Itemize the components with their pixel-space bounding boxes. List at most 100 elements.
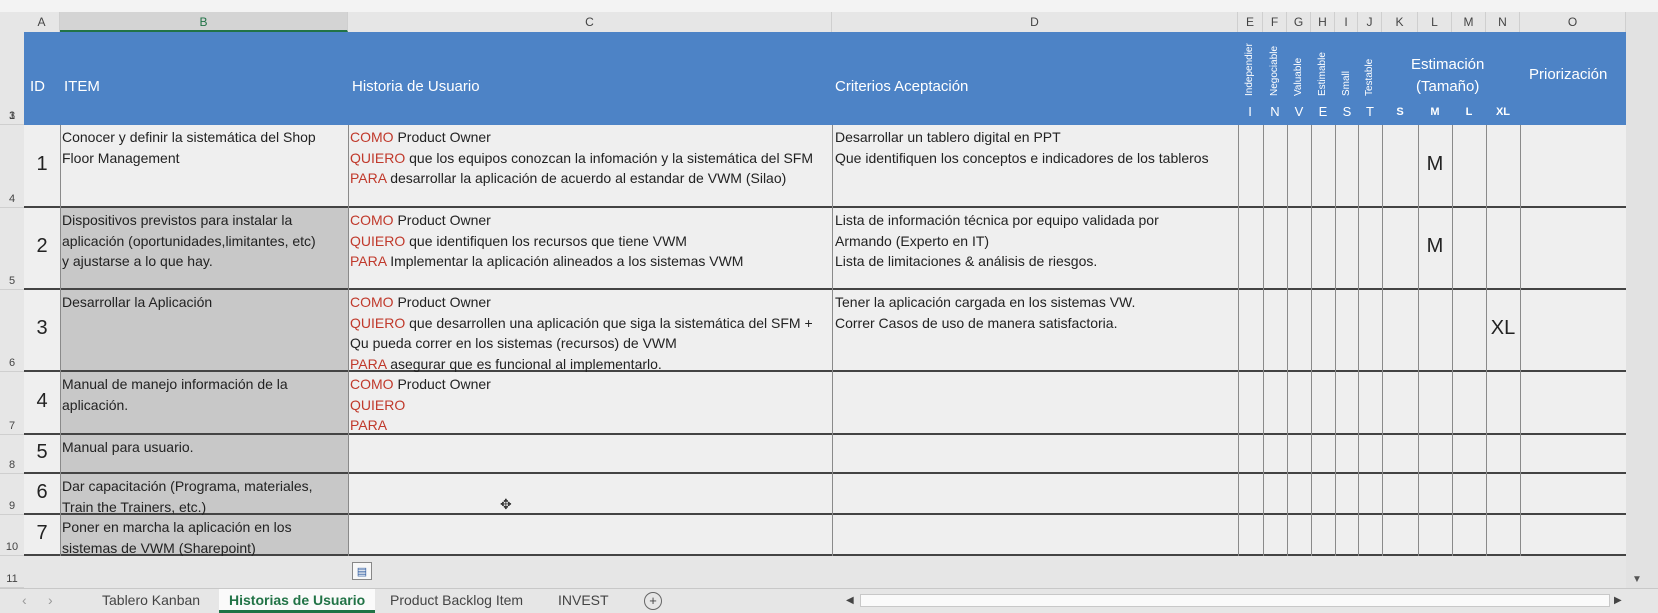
column-header-h[interactable]: H xyxy=(1311,12,1335,32)
header-size-l: L xyxy=(1465,106,1473,118)
row-number-3[interactable]: 3 xyxy=(0,93,24,125)
column-header-b[interactable]: B xyxy=(60,12,348,32)
row-id[interactable]: 7 xyxy=(24,522,60,545)
size-estimate[interactable]: M xyxy=(1418,153,1452,176)
row-number-11[interactable]: 11 xyxy=(0,556,24,588)
row-number-9[interactable]: 9 xyxy=(0,474,24,515)
historia-line[interactable]: COMO Product Owner xyxy=(350,210,491,231)
criterio-text[interactable]: Lista de información técnica por equipo … xyxy=(835,210,1159,231)
cursor-icon: ✥ xyxy=(500,496,512,512)
historia-keyword: COMO xyxy=(350,212,394,228)
historia-keyword: QUIERO xyxy=(350,314,406,331)
scroll-down-icon[interactable]: ▼ xyxy=(1632,574,1642,585)
historia-line[interactable]: Qu pueda correr en los sistemas (recurso… xyxy=(350,333,677,354)
criterio-text[interactable]: Desarrollar un tablero digital en PPT xyxy=(835,127,1061,148)
historia-line[interactable]: COMO Product Owner xyxy=(350,374,491,395)
item-text[interactable]: Floor Management xyxy=(62,148,180,169)
vertical-scrollbar[interactable] xyxy=(1626,12,1658,588)
row-number-4[interactable]: 4 xyxy=(0,125,24,208)
historia-keyword: PARA xyxy=(350,355,387,372)
item-text[interactable]: Poner en marcha la aplicación en los xyxy=(62,517,292,538)
item-text[interactable]: Conocer y definir la sistemática del Sho… xyxy=(62,127,316,148)
row-id[interactable]: 2 xyxy=(24,235,60,258)
column-header-m[interactable]: M xyxy=(1452,12,1486,32)
tab-nav-next-icon[interactable]: › xyxy=(48,592,53,608)
historia-keyword: PARA xyxy=(350,253,387,269)
item-text[interactable]: Dar capacitación (Programa, materiales, xyxy=(62,476,313,497)
row-id[interactable]: 4 xyxy=(24,390,60,413)
item-text[interactable]: Dispositivos previstos para instalar la xyxy=(62,210,292,231)
column-header-o[interactable]: O xyxy=(1520,12,1626,32)
criterio-text[interactable]: Que identifiquen los conceptos e indicad… xyxy=(835,148,1209,169)
historia-line[interactable]: COMO Product Owner xyxy=(350,292,491,313)
column-header-j[interactable]: J xyxy=(1358,12,1382,32)
tab-nav-prev-icon[interactable]: ‹ xyxy=(22,592,27,608)
historia-text: Qu pueda correr en los sistemas (recurso… xyxy=(350,335,677,351)
row-id[interactable]: 6 xyxy=(24,481,60,504)
item-text[interactable]: aplicación (oportunidades,limitantes, et… xyxy=(62,231,316,252)
row-number-8[interactable]: 8 xyxy=(0,435,24,474)
header-invest-letter: T xyxy=(1366,104,1374,119)
column-header-c[interactable]: C xyxy=(348,12,832,32)
criterio-text[interactable]: Tener la aplicación cargada en los siste… xyxy=(835,292,1135,313)
column-header-i[interactable]: I xyxy=(1335,12,1358,32)
criterio-text[interactable]: Lista de limitaciones & análisis de ries… xyxy=(835,251,1097,272)
historia-line[interactable]: QUIERO que desarrollen una aplicación qu… xyxy=(350,313,813,334)
item-text[interactable]: Manual de manejo información de la xyxy=(62,374,288,395)
horizontal-scroll-left-icon[interactable]: ◀ xyxy=(846,595,854,606)
horizontal-scroll-right-icon[interactable]: ▶ xyxy=(1614,595,1622,606)
historia-line[interactable]: COMO Product Owner xyxy=(350,127,491,148)
historia-text: Product Owner xyxy=(393,212,491,228)
historia-line[interactable]: QUIERO que los equipos conozcan la infom… xyxy=(350,148,813,169)
historia-line[interactable]: PARA asegurar que es funcional al implem… xyxy=(350,354,662,375)
item-text[interactable]: aplicación. xyxy=(62,395,128,416)
row-id[interactable]: 3 xyxy=(24,317,60,340)
row-number-10[interactable]: 10 xyxy=(0,515,24,556)
top-bar xyxy=(0,0,1658,12)
historia-text: que identifiquen los recursos que tiene … xyxy=(405,232,687,249)
item-text[interactable]: sistemas de VWM (Sharepoint) xyxy=(62,538,256,559)
column-header-f[interactable]: F xyxy=(1263,12,1287,32)
add-sheet-icon[interactable]: + xyxy=(644,592,662,610)
header-historia: Historia de Usuario xyxy=(352,78,480,95)
column-header-g[interactable]: G xyxy=(1287,12,1311,32)
tab-invest[interactable]: INVEST xyxy=(558,592,609,608)
historia-keyword: COMO xyxy=(350,294,394,310)
historia-line[interactable]: PARA desarrollar la aplicación de acuerd… xyxy=(350,168,786,189)
column-header-d[interactable]: D xyxy=(832,12,1238,32)
tab-historias-de-usuario[interactable]: Historias de Usuario xyxy=(219,589,376,613)
item-text[interactable]: y ajustarse a lo que hay. xyxy=(62,251,213,272)
tab-tablero-kanban[interactable]: Tablero Kanban xyxy=(102,592,200,608)
criterio-text[interactable]: Armando (Experto en IT) xyxy=(835,231,989,252)
historia-line[interactable]: PARA xyxy=(350,415,387,436)
tab-product-backlog-item[interactable]: Product Backlog Item xyxy=(390,592,523,608)
historia-text: que los equipos conozcan la infomación y… xyxy=(405,149,813,166)
horizontal-scrollbar[interactable] xyxy=(860,594,1610,607)
row-id[interactable]: 1 xyxy=(24,153,60,176)
paste-options-icon[interactable]: ▤ xyxy=(352,562,372,580)
item-text[interactable]: Manual para usuario. xyxy=(62,437,194,458)
historia-line[interactable]: QUIERO xyxy=(350,395,405,416)
item-text[interactable]: Desarrollar la Aplicación xyxy=(62,292,212,313)
column-header-e[interactable]: E xyxy=(1238,12,1263,32)
row-number-6[interactable]: 6 xyxy=(0,290,24,372)
header-invest-letter: E xyxy=(1318,104,1328,119)
historia-text: Product Owner xyxy=(393,294,491,310)
header-invest-letter: V xyxy=(1294,104,1304,119)
item-text[interactable]: Train the Trainers, etc.) xyxy=(62,497,206,518)
size-estimate[interactable]: XL xyxy=(1486,317,1520,340)
header-invest-independier: Independier xyxy=(1244,43,1255,96)
column-header-n[interactable]: N xyxy=(1486,12,1520,32)
header-size-s: S xyxy=(1396,106,1404,118)
historia-line[interactable]: PARA Implementar la aplicación alineados… xyxy=(350,251,743,272)
column-header-a[interactable]: A xyxy=(24,12,60,32)
header-invest-small: Small xyxy=(1341,70,1352,96)
historia-line[interactable]: QUIERO que identifiquen los recursos que… xyxy=(350,231,687,252)
row-number-5[interactable]: 5 xyxy=(0,208,24,290)
size-estimate[interactable]: M xyxy=(1418,235,1452,258)
row-id[interactable]: 5 xyxy=(24,441,60,464)
column-header-l[interactable]: L xyxy=(1418,12,1452,32)
criterio-text[interactable]: Correr Casos de uso de manera satisfacto… xyxy=(835,313,1117,334)
row-number-7[interactable]: 7 xyxy=(0,372,24,435)
column-header-k[interactable]: K xyxy=(1382,12,1418,32)
